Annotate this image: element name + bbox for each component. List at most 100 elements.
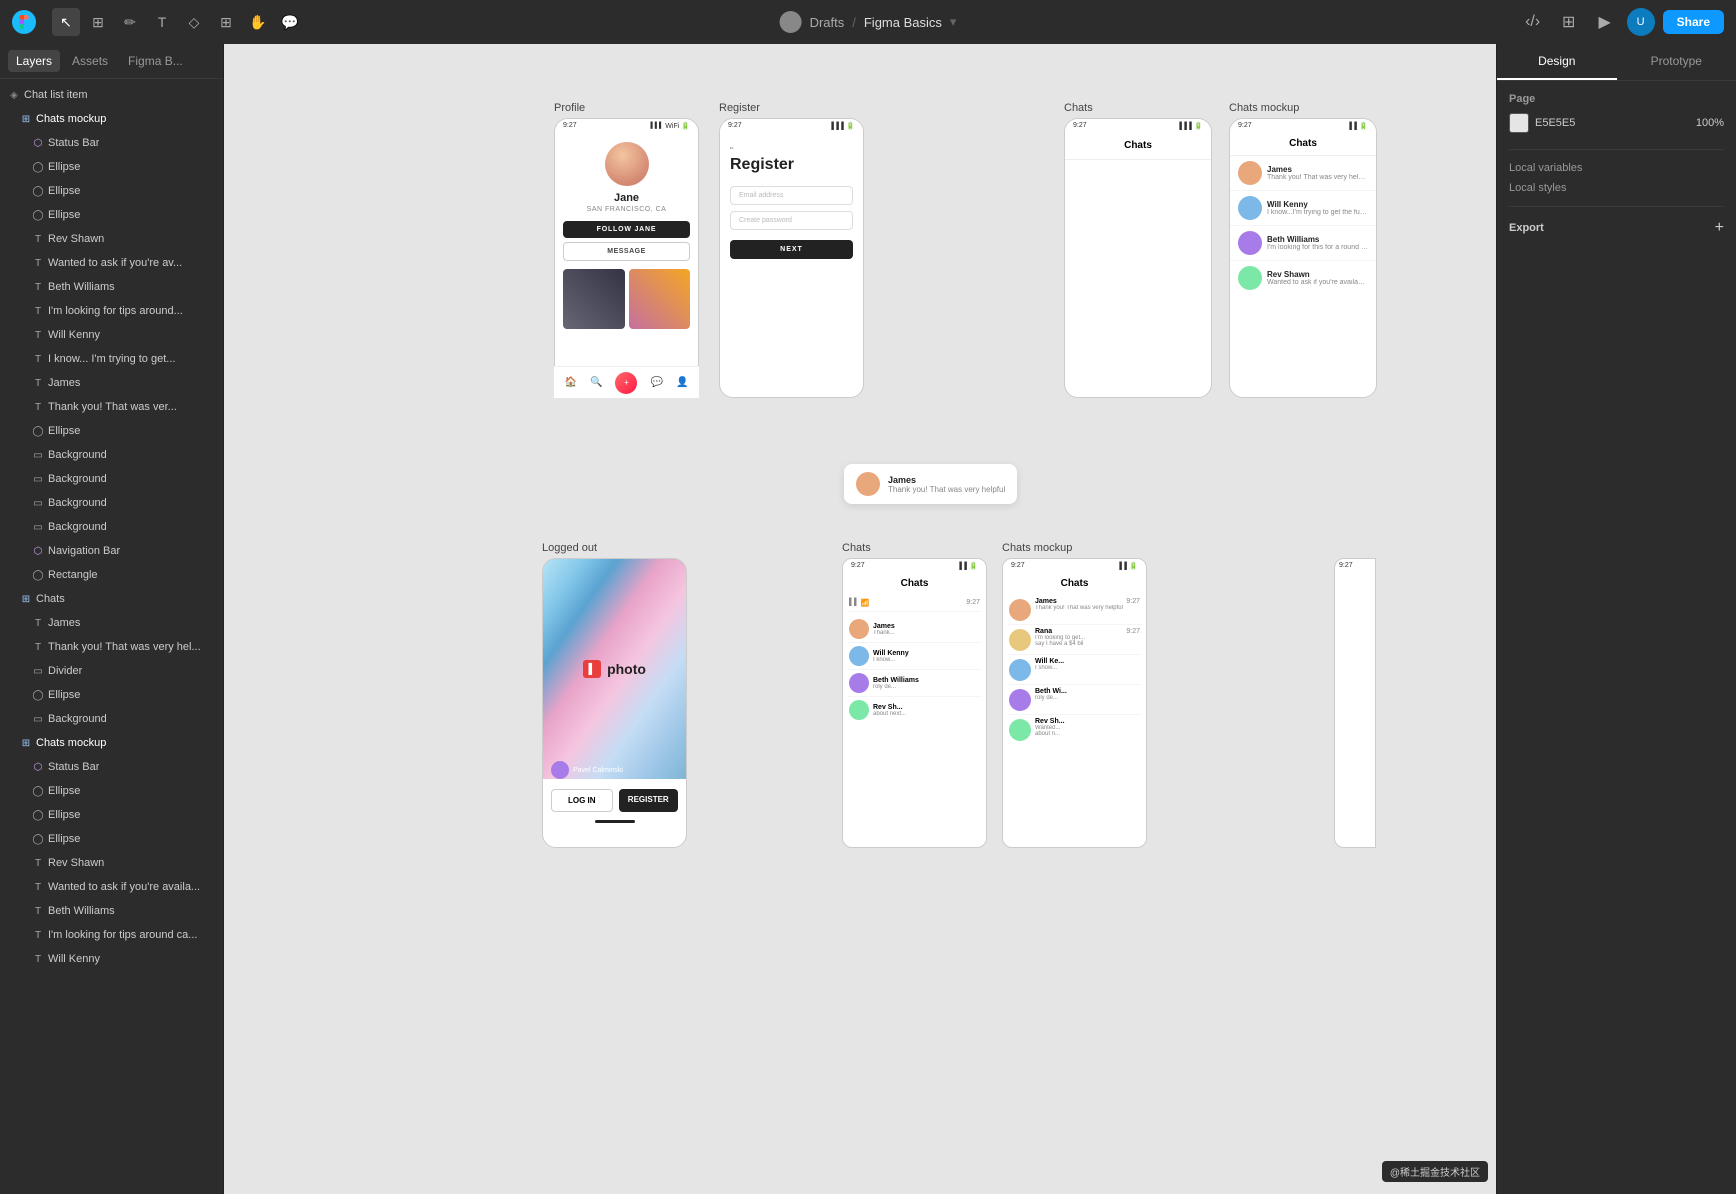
next-btn[interactable]: NEXT bbox=[730, 240, 853, 259]
layer-item-1[interactable]: ⊞ Chats mockup bbox=[0, 107, 223, 131]
layer-item-36[interactable]: T Will Kenny bbox=[0, 947, 223, 971]
chat-item-james: James Thank you! That was very helpful bbox=[1230, 156, 1376, 191]
layer-item-17[interactable]: ▭ Background bbox=[0, 491, 223, 515]
partial-status: 9:27 bbox=[1335, 559, 1375, 571]
design-tab[interactable]: Design bbox=[1497, 44, 1617, 80]
page-bg-row: E5E5E5 100% bbox=[1509, 113, 1724, 133]
layer-type-icon: ◯ bbox=[32, 185, 44, 197]
layer-item-33[interactable]: T Wanted to ask if you're availa... bbox=[0, 875, 223, 899]
beth-msg: I'm looking for this for a round walking… bbox=[1267, 244, 1368, 251]
layer-item-25[interactable]: ◯ Ellipse bbox=[0, 683, 223, 707]
layer-item-5[interactable]: ◯ Ellipse bbox=[0, 203, 223, 227]
export-add-btn[interactable]: + bbox=[1715, 219, 1724, 237]
mockup-top-title: Chats bbox=[1230, 132, 1376, 156]
layer-item-28[interactable]: ⬡ Status Bar bbox=[0, 755, 223, 779]
toolbar: ↖ ⊞ ✏ T ◇ ⊞ ✋ 💬 Drafts / Figma Basics ▾ … bbox=[0, 0, 1736, 44]
layer-item-31[interactable]: ◯ Ellipse bbox=[0, 827, 223, 851]
layer-item-16[interactable]: ▭ Background bbox=[0, 467, 223, 491]
layer-name: Rev Shawn bbox=[48, 233, 104, 245]
figma-b-tab[interactable]: Figma B... bbox=[120, 50, 191, 72]
layer-item-9[interactable]: T I'm looking for tips around... bbox=[0, 299, 223, 323]
layer-item-19[interactable]: ⬡ Navigation Bar bbox=[0, 539, 223, 563]
shape-tool[interactable]: ◇ bbox=[180, 8, 208, 36]
logged-out-label: Logged out bbox=[542, 542, 687, 554]
layer-name: Thank you! That was very hel... bbox=[48, 641, 201, 653]
register-btn[interactable]: REGISTER bbox=[619, 789, 679, 812]
layer-item-8[interactable]: T Beth Williams bbox=[0, 275, 223, 299]
layer-item-27[interactable]: ⊞ Chats mockup bbox=[0, 731, 223, 755]
layer-item-14[interactable]: ◯ Ellipse bbox=[0, 419, 223, 443]
local-variables-item[interactable]: Local variables bbox=[1509, 162, 1724, 174]
layer-item-29[interactable]: ◯ Ellipse bbox=[0, 779, 223, 803]
layer-item-24[interactable]: ▭ Divider bbox=[0, 659, 223, 683]
toolbar-right: ‹/› ⊞ ▶ U Share bbox=[1519, 8, 1724, 36]
local-styles-item[interactable]: Local styles bbox=[1509, 182, 1724, 194]
layer-type-icon: T bbox=[32, 617, 44, 629]
assets-tab[interactable]: Assets bbox=[64, 50, 116, 72]
grid-tool[interactable]: ⊞ bbox=[212, 8, 240, 36]
user-profile-btn[interactable]: U bbox=[1627, 8, 1655, 36]
layer-type-icon: T bbox=[32, 329, 44, 341]
email-field[interactable]: Email address bbox=[730, 186, 853, 205]
frame-tool[interactable]: ⊞ bbox=[84, 8, 112, 36]
layer-item-4[interactable]: ◯ Ellipse bbox=[0, 179, 223, 203]
page-bg-swatch[interactable] bbox=[1509, 113, 1529, 133]
layer-name: Ellipse bbox=[48, 833, 80, 845]
chats-mockup-top-phone: 9:27 ▌▌🔋 Chats James Thank you! That was… bbox=[1229, 118, 1377, 398]
layer-item-34[interactable]: T Beth Williams bbox=[0, 899, 223, 923]
layer-item-30[interactable]: ◯ Ellipse bbox=[0, 803, 223, 827]
layer-item-11[interactable]: T I know... I'm trying to get... bbox=[0, 347, 223, 371]
present-btn[interactable]: ▶ bbox=[1591, 8, 1619, 36]
layer-item-12[interactable]: T James bbox=[0, 371, 223, 395]
pen-tool[interactable]: ✏ bbox=[116, 8, 144, 36]
comment-tool[interactable]: 💬 bbox=[276, 8, 304, 36]
select-tool[interactable]: ↖ bbox=[52, 8, 80, 36]
layer-item-26[interactable]: ▭ Background bbox=[0, 707, 223, 731]
layer-item-32[interactable]: T Rev Shawn bbox=[0, 851, 223, 875]
layer-item-13[interactable]: T Thank you! That was ver... bbox=[0, 395, 223, 419]
canvas[interactable]: Profile 9:27 ▌▌▌WiFi🔋 Jane SAN FRANCISCO… bbox=[224, 44, 1496, 1194]
code-view-btn[interactable]: ‹/› bbox=[1519, 8, 1547, 36]
app-body: Layers Assets Figma B... ◈ Chat list ite… bbox=[0, 44, 1736, 1194]
layer-item-20[interactable]: ◯ Rectangle bbox=[0, 563, 223, 587]
share-button[interactable]: Share bbox=[1663, 10, 1724, 34]
chats-bottom-label: Chats bbox=[842, 542, 987, 554]
b-james: James Thank... bbox=[847, 616, 982, 643]
page-bg-hex: E5E5E5 bbox=[1535, 117, 1575, 129]
layer-item-21[interactable]: ⊞ Chats bbox=[0, 587, 223, 611]
layer-item-23[interactable]: T Thank you! That was very hel... bbox=[0, 635, 223, 659]
message-btn[interactable]: MESSAGE bbox=[563, 242, 690, 261]
layer-item-7[interactable]: T Wanted to ask if you're av... bbox=[0, 251, 223, 275]
layer-item-6[interactable]: T Rev Shawn bbox=[0, 227, 223, 251]
layer-name: Chat list item bbox=[24, 89, 88, 101]
layer-item-22[interactable]: T James bbox=[0, 611, 223, 635]
file-name[interactable]: Figma Basics bbox=[864, 15, 942, 30]
preview-msg: Thank you! That was very helpful bbox=[888, 485, 1005, 494]
layer-item-15[interactable]: ▭ Background bbox=[0, 443, 223, 467]
will-avatar bbox=[1238, 196, 1262, 220]
chats-mockup-bottom-phone: 9:27 ▌▌🔋 Chats James9:27 Thank you! That… bbox=[1002, 558, 1147, 848]
password-field[interactable]: Create password bbox=[730, 211, 853, 230]
layer-name: Navigation Bar bbox=[48, 545, 120, 557]
layer-item-10[interactable]: T Will Kenny bbox=[0, 323, 223, 347]
login-btn[interactable]: LOG IN bbox=[551, 789, 613, 812]
register-content: Fx Register Email address Create passwor… bbox=[720, 132, 863, 273]
layer-name: Ellipse bbox=[48, 185, 80, 197]
text-tool[interactable]: T bbox=[148, 8, 176, 36]
zoom-indicator: @稀土掘金技术社区 bbox=[1382, 1161, 1488, 1182]
layer-item-0[interactable]: ◈ Chat list item bbox=[0, 83, 223, 107]
chats-bottom-phone: 9:27 ▌▌🔋 Chats ▌▌📶9:27 James bbox=[842, 558, 987, 848]
follow-btn[interactable]: FOLLOW JANE bbox=[563, 221, 690, 238]
hand-tool[interactable]: ✋ bbox=[244, 8, 272, 36]
layers-tab[interactable]: Layers bbox=[8, 50, 60, 72]
prototype-tab[interactable]: Prototype bbox=[1617, 44, 1736, 80]
layer-item-18[interactable]: ▭ Background bbox=[0, 515, 223, 539]
layer-type-icon: ◯ bbox=[32, 425, 44, 437]
layer-item-35[interactable]: T I'm looking for tips around ca... bbox=[0, 923, 223, 947]
figma-logo bbox=[12, 10, 36, 34]
layer-item-3[interactable]: ◯ Ellipse bbox=[0, 155, 223, 179]
layer-name: Background bbox=[48, 473, 107, 485]
layer-item-2[interactable]: ⬡ Status Bar bbox=[0, 131, 223, 155]
layer-name: Beth Williams bbox=[48, 281, 115, 293]
layout-btn[interactable]: ⊞ bbox=[1555, 8, 1583, 36]
